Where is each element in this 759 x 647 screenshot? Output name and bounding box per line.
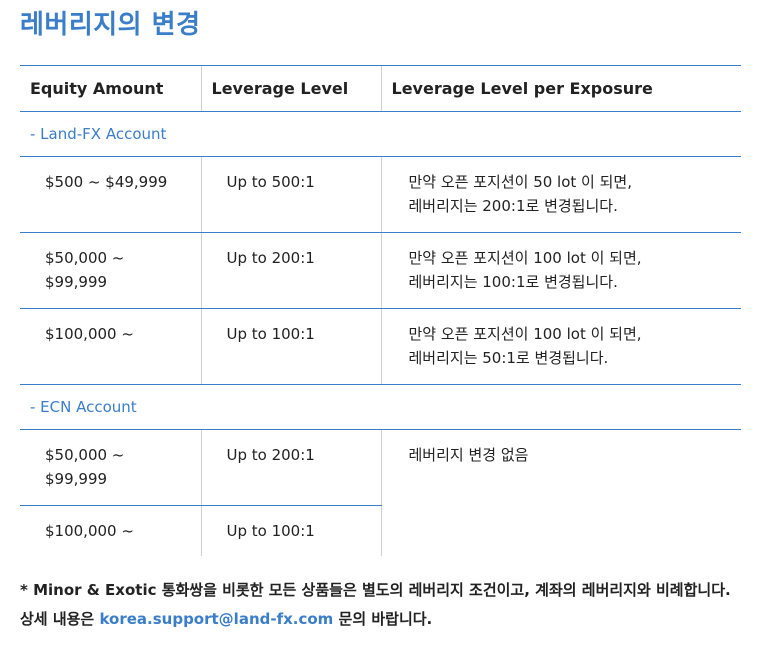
equity-line: $99,999 (45, 273, 108, 291)
equity-value: $100,000 ~ (45, 325, 134, 343)
section-label: - ECN Account (20, 384, 741, 430)
equity-cell: $50,000 ~ $99,999 (20, 232, 201, 309)
section-row-ecn: - ECN Account (20, 384, 741, 430)
exposure-line: 만약 오픈 포지션이 100 lot 이 되면, (408, 249, 642, 267)
equity-value: $100,000 ~ (45, 522, 134, 540)
header-leverage-level: Leverage Level (200, 65, 381, 112)
equity-line: $50,000 ~ (45, 249, 125, 267)
table-row: $50,000 ~ $99,999 Up to 200:1 만약 오픈 포지션이… (20, 232, 741, 309)
exposure-line: 레버리지는 200:1로 변경됩니다. (408, 197, 618, 215)
footnote-text-end: 문의 바랍니다. (333, 610, 433, 628)
equity-cell: $100,000 ~ (20, 308, 201, 385)
exposure-cell: 레버리지 변경 없음 (380, 429, 741, 556)
header-leverage-per-exposure: Leverage Level per Exposure (380, 65, 741, 112)
page-title: 레버리지의 변경 (20, 10, 201, 40)
equity-line: $99,999 (45, 470, 108, 488)
equity-cell: $50,000 ~ $99,999 (20, 429, 201, 506)
exposure-line: 만약 오픈 포지션이 50 lot 이 되면, (408, 173, 633, 191)
equity-cell: $500 ~ $49,999 (20, 156, 201, 233)
exposure-cell: 만약 오픈 포지션이 100 lot 이 되면, 레버리지는 50:1로 변경됩… (380, 308, 741, 385)
leverage-table: Equity Amount Leverage Level Leverage Le… (20, 65, 741, 556)
table-row: $100,000 ~ Up to 100:1 만약 오픈 포지션이 100 lo… (20, 308, 741, 385)
exposure-line: 만약 오픈 포지션이 100 lot 이 되면, (408, 325, 642, 343)
support-email-link[interactable]: korea.support@land-fx.com (99, 610, 333, 628)
footnote: * Minor & Exotic 통화쌍을 비롯한 모든 상품들은 별도의 레버… (20, 576, 745, 634)
exposure-line: 레버리지는 50:1로 변경됩니다. (408, 349, 609, 367)
section-row-landfx: - Land-FX Account (20, 111, 741, 157)
leverage-cell: Up to 200:1 (200, 429, 381, 506)
leverage-cell: Up to 200:1 (200, 232, 381, 309)
exposure-cell: 만약 오픈 포지션이 100 lot 이 되면, 레버리지는 100:1로 변경… (380, 232, 741, 309)
equity-cell: $100,000 ~ (20, 506, 201, 557)
header-equity-amount: Equity Amount (20, 65, 201, 112)
page: 레버리지의 변경 Equity Amount Leverage Level Le… (0, 0, 759, 647)
section-label: - Land-FX Account (20, 111, 741, 157)
table-row: $50,000 ~ $99,999 Up to 200:1 레버리지 변경 없음 (20, 429, 741, 556)
exposure-cell: 만약 오픈 포지션이 50 lot 이 되면, 레버리지는 200:1로 변경됩… (380, 156, 741, 233)
exposure-line: 레버리지는 100:1로 변경됩니다. (408, 273, 618, 291)
equity-value: $500 ~ $49,999 (45, 173, 168, 191)
leverage-cell: Up to 100:1 (200, 505, 381, 556)
table-header-row: Equity Amount Leverage Level Leverage Le… (20, 65, 741, 112)
table-row: $500 ~ $49,999 Up to 500:1 만약 오픈 포지션이 50… (20, 156, 741, 233)
leverage-cell: Up to 100:1 (200, 308, 381, 385)
equity-line: $50,000 ~ (45, 446, 125, 464)
leverage-cell: Up to 500:1 (200, 156, 381, 233)
